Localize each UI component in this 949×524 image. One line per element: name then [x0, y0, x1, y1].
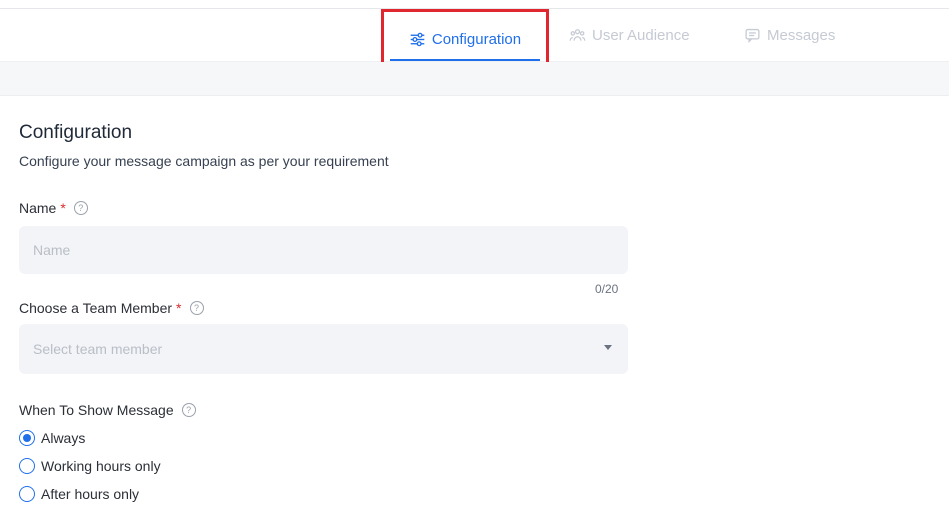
required-mark: * — [176, 300, 182, 316]
active-tab-indicator — [390, 59, 540, 61]
team-member-select[interactable]: Select team member — [19, 324, 628, 374]
help-icon[interactable]: ? — [73, 201, 88, 215]
radio-always-label: Always — [41, 430, 86, 446]
configuration-form: Configuration Configure your message cam… — [0, 96, 949, 524]
team-member-placeholder: Select team member — [33, 341, 163, 357]
team-member-label-text: Choose a Team Member — [19, 300, 173, 316]
name-label: Name * ? — [19, 200, 88, 216]
name-input[interactable]: Name — [19, 226, 628, 274]
radio-selected-dot — [23, 434, 31, 442]
tab-messages-label: Messages — [767, 27, 836, 44]
chevron-down-icon — [604, 345, 612, 350]
tab-user-audience[interactable]: User Audience — [569, 9, 690, 62]
show-message-label-text: When To Show Message — [19, 402, 174, 418]
radio-working-hours[interactable]: Working hours only — [19, 458, 161, 474]
radio-button[interactable] — [19, 458, 35, 474]
radio-button[interactable] — [19, 486, 35, 502]
page-subtitle: Configure your message campaign as per y… — [19, 153, 389, 169]
required-mark: * — [60, 200, 66, 216]
tab-messages[interactable]: Messages — [744, 9, 835, 62]
radio-after-hours-label: After hours only — [41, 486, 140, 502]
name-char-counter: 0/20 — [595, 282, 619, 296]
radio-after-hours[interactable]: After hours only — [19, 486, 139, 502]
tab-bar: Configuration User Audience Messages — [0, 9, 949, 69]
sliders-icon — [410, 32, 425, 46]
team-member-label: Choose a Team Member * ? — [19, 300, 204, 316]
help-icon[interactable]: ? — [189, 301, 204, 315]
tab-configuration-label: Configuration — [431, 30, 522, 48]
users-icon — [569, 29, 586, 41]
radio-always[interactable]: Always — [19, 430, 85, 446]
help-icon[interactable]: ? — [181, 403, 196, 417]
show-message-label: When To Show Message ? — [19, 402, 196, 418]
tab-configuration[interactable]: Configuration — [381, 9, 549, 69]
top-border — [0, 0, 949, 9]
radio-working-hours-label: Working hours only — [41, 458, 161, 474]
page-title: Configuration — [19, 122, 133, 143]
radio-button[interactable] — [19, 430, 35, 446]
message-icon — [745, 28, 760, 43]
tab-user-audience-label: User Audience — [592, 27, 690, 44]
section-divider-band — [0, 62, 949, 96]
name-input-placeholder: Name — [33, 242, 71, 258]
name-label-text: Name — [19, 200, 57, 216]
